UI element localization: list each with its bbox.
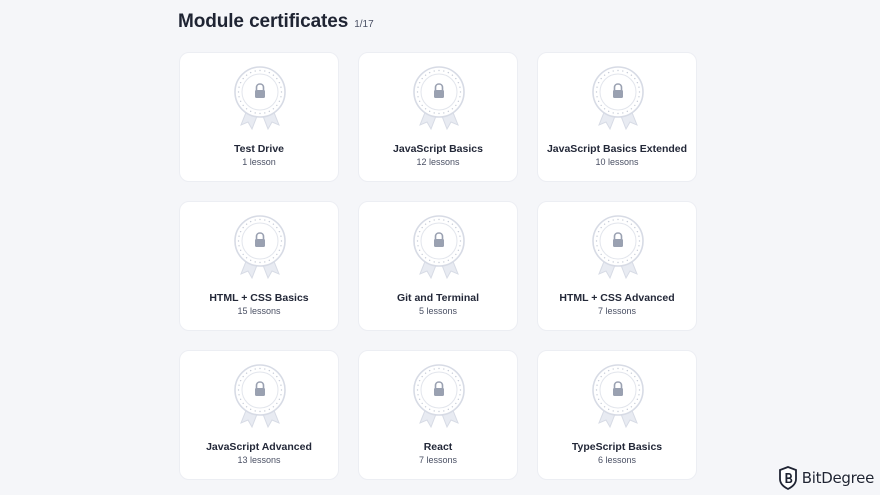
certificate-title: JavaScript Basics Extended [546, 143, 688, 155]
certificate-lesson-count: 13 lessons [237, 455, 281, 465]
certificate-card[interactable]: Git and Terminal 5 lessons [358, 201, 518, 331]
certificate-title: HTML + CSS Basics [209, 292, 309, 304]
page: Module certificates 1/17 Test Drive 1 le… [0, 0, 880, 495]
locked-certificate-badge-icon [234, 364, 286, 429]
certificate-lesson-count: 12 lessons [416, 157, 460, 167]
certificate-count: 1/17 [354, 19, 374, 30]
bitdegree-watermark: BitDegree [778, 466, 874, 490]
certificate-lesson-count: 6 lessons [597, 455, 637, 465]
locked-certificate-badge-icon [234, 215, 286, 280]
certificate-card[interactable]: Test Drive 1 lesson [179, 52, 339, 182]
bitdegree-wordmark: BitDegree [801, 469, 875, 487]
locked-certificate-badge-icon [592, 215, 644, 280]
certificate-title: HTML + CSS Advanced [559, 292, 675, 304]
certificate-card[interactable]: TypeScript Basics 6 lessons [537, 350, 697, 480]
locked-certificate-badge-icon [413, 66, 465, 131]
page-title: Module certificates [178, 11, 349, 32]
locked-certificate-badge-icon [592, 364, 644, 429]
certificate-title: JavaScript Advanced [206, 441, 312, 453]
locked-certificate-badge-icon [234, 66, 286, 131]
locked-certificate-badge-icon [413, 364, 465, 429]
certificate-title: Git and Terminal [396, 292, 480, 304]
certificate-title: React [423, 441, 453, 453]
certificate-title: Test Drive [234, 143, 284, 155]
certificate-lesson-count: 5 lessons [418, 306, 458, 316]
bitdegree-logo-icon [778, 466, 797, 490]
certificate-card[interactable]: HTML + CSS Advanced 7 lessons [537, 201, 697, 331]
section-header: Module certificates 1/17 [178, 11, 374, 33]
locked-certificate-badge-icon [413, 215, 465, 280]
locked-certificate-badge-icon [592, 66, 644, 131]
certificate-grid: Test Drive 1 lesson JavaScript Basics 12… [179, 52, 697, 480]
certificate-lesson-count: 15 lessons [237, 306, 281, 316]
certificate-card[interactable]: JavaScript Basics Extended 10 lessons [537, 52, 697, 182]
certificate-card[interactable]: HTML + CSS Basics 15 lessons [179, 201, 339, 331]
certificate-title: JavaScript Basics [393, 143, 483, 155]
certificate-card[interactable]: JavaScript Basics 12 lessons [358, 52, 518, 182]
certificate-card[interactable]: JavaScript Advanced 13 lessons [179, 350, 339, 480]
certificate-card[interactable]: React 7 lessons [358, 350, 518, 480]
certificate-lesson-count: 10 lessons [595, 157, 639, 167]
certificate-lesson-count: 7 lessons [418, 455, 458, 465]
certificate-lesson-count: 7 lessons [597, 306, 637, 316]
certificate-title: TypeScript Basics [571, 441, 663, 453]
certificate-lesson-count: 1 lesson [242, 157, 276, 167]
